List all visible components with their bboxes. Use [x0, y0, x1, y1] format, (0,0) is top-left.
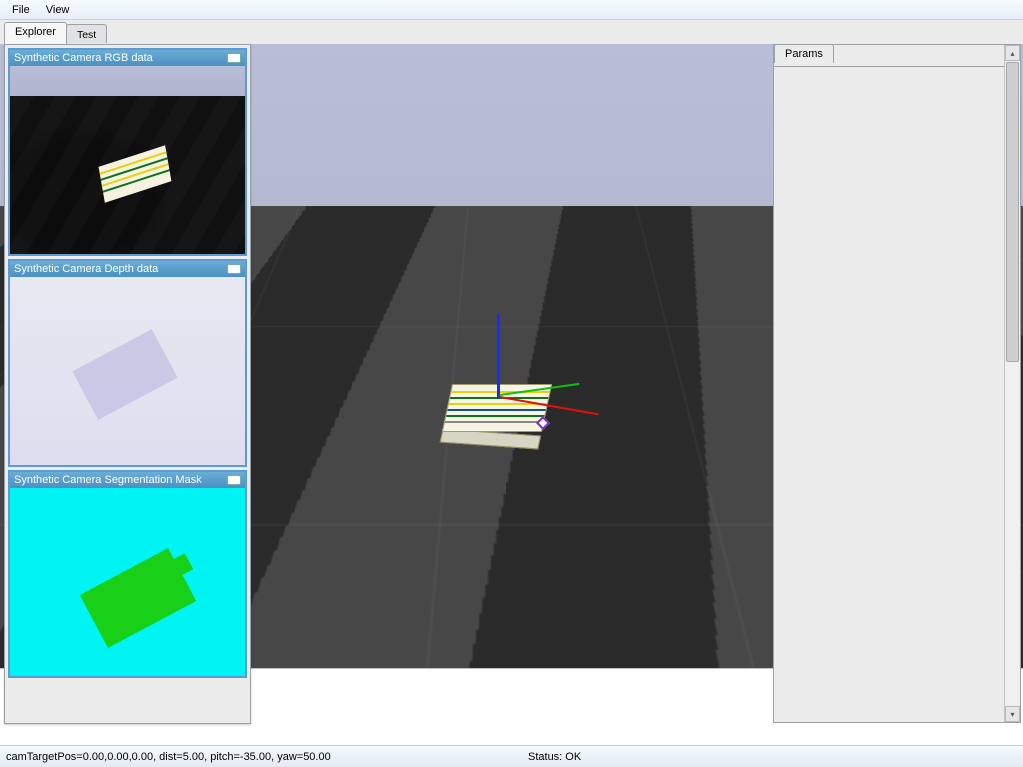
scroll-up-icon[interactable]: ▴: [1005, 45, 1020, 61]
thumb-depth-header: Synthetic Camera Depth data: [10, 261, 245, 277]
menu-view[interactable]: View: [38, 2, 78, 18]
thumb-toggle-icon[interactable]: [227, 53, 241, 63]
object-stripe: [445, 421, 543, 423]
tab-params[interactable]: Params: [774, 44, 834, 63]
right-tabstrip: Params: [774, 44, 834, 66]
thumb-stripe: [100, 151, 167, 175]
explorer-panel: Synthetic Camera RGB data Synthetic Came…: [4, 44, 251, 724]
thumb-rgb-sky: [10, 66, 245, 96]
object-stripe: [446, 415, 544, 417]
tab-test[interactable]: Test: [66, 24, 107, 43]
thumb-seg-title: Synthetic Camera Segmentation Mask: [14, 474, 202, 486]
thumbnail-stack: Synthetic Camera RGB data Synthetic Came…: [5, 45, 250, 681]
content-area: Explorer Test Synth: [0, 20, 1023, 745]
object-stripe: [451, 391, 549, 393]
menubar: File View: [0, 0, 1023, 20]
gizmo-axis-z[interactable]: [497, 314, 500, 398]
scroll-thumb[interactable]: [1006, 62, 1019, 362]
statusbar: camTargetPos=0.00,0.00,0.00, dist=5.00, …: [0, 745, 1023, 767]
thumb-seg-header: Synthetic Camera Segmentation Mask: [10, 472, 245, 488]
params-body: [774, 66, 1020, 722]
params-scrollbar[interactable]: ▴ ▾: [1004, 45, 1020, 722]
params-panel: Params ▴ ▾: [773, 44, 1021, 723]
thumb-rgb-object: [99, 145, 172, 202]
object-stripe: [447, 409, 545, 411]
thumb-rgb[interactable]: Synthetic Camera RGB data: [8, 48, 247, 256]
menu-file[interactable]: File: [4, 2, 38, 18]
thumb-toggle-icon[interactable]: [227, 264, 241, 274]
status-ok: Status: OK: [522, 751, 587, 763]
thumb-rgb-image: [10, 66, 245, 254]
thumb-rgb-header: Synthetic Camera RGB data: [10, 50, 245, 66]
thumb-seg-image: [10, 488, 245, 676]
thumb-depth-image: [10, 277, 245, 465]
thumb-rgb-title: Synthetic Camera RGB data: [14, 52, 153, 64]
left-tabstrip: Explorer Test: [4, 22, 106, 44]
thumb-depth-title: Synthetic Camera Depth data: [14, 263, 158, 275]
thumb-depth-object: [72, 329, 177, 420]
scroll-down-icon[interactable]: ▾: [1005, 706, 1020, 722]
thumb-toggle-icon[interactable]: [227, 475, 241, 485]
thumb-seg[interactable]: Synthetic Camera Segmentation Mask: [8, 470, 247, 678]
tab-explorer[interactable]: Explorer: [4, 22, 67, 44]
status-camera: camTargetPos=0.00,0.00,0.00, dist=5.00, …: [0, 751, 337, 763]
thumb-depth[interactable]: Synthetic Camera Depth data: [8, 259, 247, 467]
